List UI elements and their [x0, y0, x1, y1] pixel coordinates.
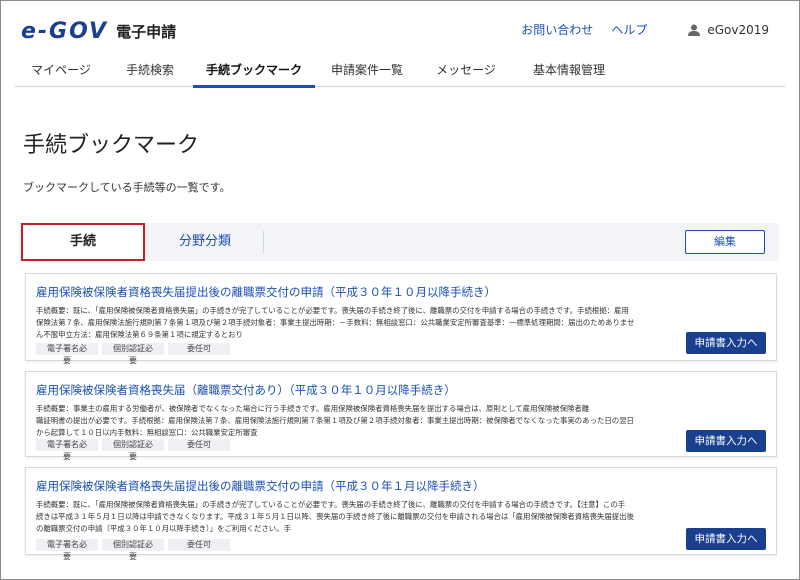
tag-e-signature: 電子署名必要 [36, 439, 98, 461]
summary-line: 手続概要：既に、「雇用保険被保険者資格喪失届」の手続きが完了していることが必要で… [36, 500, 626, 509]
tag-delegation: 委任可 [168, 539, 230, 551]
tag-individual-auth: 個別認証必要 [102, 539, 164, 561]
apply-form-button[interactable]: 申請書入力へ [686, 528, 766, 550]
tag-e-signature: 電子署名必要 [36, 539, 98, 561]
summary-line: 職証明書の提出が必要です。手続根拠：雇用保険法第７条、雇用保険法施行規則第７条第… [36, 416, 634, 425]
tag-list: 電子署名必要 個別認証必要 委任可 [36, 539, 234, 561]
page-description: ブックマークしている手続等の一覧です。 [23, 181, 231, 194]
summary-line: 保険法第７条、雇用保険法施行規則第７条第１項及び第２項手続対象者：事業主提出時期… [36, 318, 635, 327]
logo[interactable]: e-GOV 電子申請 [21, 18, 177, 44]
apply-form-button[interactable]: 申請書入力へ [686, 430, 766, 452]
logo-mark: e-GOV [21, 18, 109, 44]
tag-list: 電子署名必要 個別認証必要 委任可 [36, 343, 234, 365]
procedure-card: 雇用保険被保険者資格喪失届（離職票交付あり）（平成３０年１０月以降手続き） 手続… [25, 371, 777, 461]
nav-item-bookmarks[interactable]: 手続ブックマーク [193, 57, 315, 88]
tag-e-signature: 電子署名必要 [36, 343, 98, 365]
page-title: 手続ブックマーク [23, 133, 200, 158]
tag-list: 電子署名必要 個別認証必要 委任可 [36, 439, 234, 461]
edit-button[interactable]: 編集 [685, 230, 765, 254]
procedure-card: 雇用保険被保険者資格喪失届提出後の離職票交付の申請（平成３０年１月以降手続き） … [25, 467, 777, 561]
procedure-title-link[interactable]: 雇用保険被保険者資格喪失届提出後の離職票交付の申請（平成３０年１月以降手続き） [36, 478, 485, 494]
header-links: お問い合わせ ヘルプ eGov2019 [503, 21, 769, 38]
user-name: eGov2019 [707, 22, 769, 37]
tab-procedures[interactable]: 手続 [21, 223, 145, 261]
procedure-card: 雇用保険被保険者資格喪失届提出後の離職票交付の申請（平成３０年１０月以降手続き）… [25, 273, 777, 365]
logo-subtitle: 電子申請 [116, 22, 177, 41]
apply-form-button[interactable]: 申請書入力へ [686, 332, 766, 354]
summary-line: 手続概要：既に、「雇用保険被保険者資格喪失届」の手続きが完了していることが必要で… [36, 306, 629, 315]
procedure-summary: 手続概要：事業主の雇用する労働者が、被保険者でなくなった場合に行う手続きです。雇… [36, 403, 672, 439]
tag-delegation: 委任可 [168, 343, 230, 355]
procedure-title-link[interactable]: 雇用保険被保険者資格喪失届（離職票交付あり）（平成３０年１０月以降手続き） [36, 382, 456, 398]
nav-item-mypage[interactable]: マイページ [15, 57, 107, 87]
header: e-GOV 電子申請 お問い合わせ ヘルプ eGov2019 [1, 1, 799, 59]
nav-item-messages[interactable]: メッセージ [419, 57, 513, 87]
summary-line: ん不服申立方法：雇用保険法第６９条第１項に規定するとおり [36, 330, 243, 339]
app-window: e-GOV 電子申請 お問い合わせ ヘルプ eGov2019 マイページ 手続検… [0, 0, 800, 580]
help-link[interactable]: ヘルプ [611, 21, 647, 38]
tab-field-category[interactable]: 分野分類 [145, 223, 265, 261]
nav-item-procedure-search[interactable]: 手続検索 [107, 57, 193, 87]
summary-line: の離職票交付の申請（平成３０年１０月以降手続き）」をご利用ください。手 [36, 524, 291, 533]
tab-divider [263, 231, 264, 253]
summary-line: から起算して１０日以内手数料：無相談窓口：公共職業安定所審査 [36, 428, 258, 437]
main-nav: マイページ 手続検索 手続ブックマーク 申請案件一覧 メッセージ 基本情報管理 [15, 57, 785, 88]
summary-line: 手続概要：事業主の雇用する労働者が、被保険者でなくなった場合に行う手続きです。雇… [36, 404, 590, 413]
nav-item-applications[interactable]: 申請案件一覧 [315, 57, 419, 87]
tag-individual-auth: 個別認証必要 [102, 439, 164, 461]
procedure-title-link[interactable]: 雇用保険被保険者資格喪失届提出後の離職票交付の申請（平成３０年１０月以降手続き） [36, 284, 496, 300]
contact-link[interactable]: お問い合わせ [521, 21, 593, 38]
nav-item-basic-info[interactable]: 基本情報管理 [513, 57, 625, 87]
procedure-summary: 手続概要：既に、「雇用保険被保険者資格喪失届」の手続きが完了していることが必要で… [36, 305, 672, 341]
user-icon [688, 24, 701, 36]
tag-individual-auth: 個別認証必要 [102, 343, 164, 365]
procedure-summary: 手続概要：既に、「雇用保険被保険者資格喪失届」の手続きが完了していることが必要で… [36, 499, 672, 535]
tab-bar: 手続 分野分類 編集 [19, 223, 779, 261]
user-menu[interactable]: eGov2019 [687, 23, 769, 37]
tag-delegation: 委任可 [168, 439, 230, 451]
summary-line: 続きは平成３１年５月１日以降は申請できなくなります。平成３１年５月１日以降、喪失… [36, 512, 634, 521]
